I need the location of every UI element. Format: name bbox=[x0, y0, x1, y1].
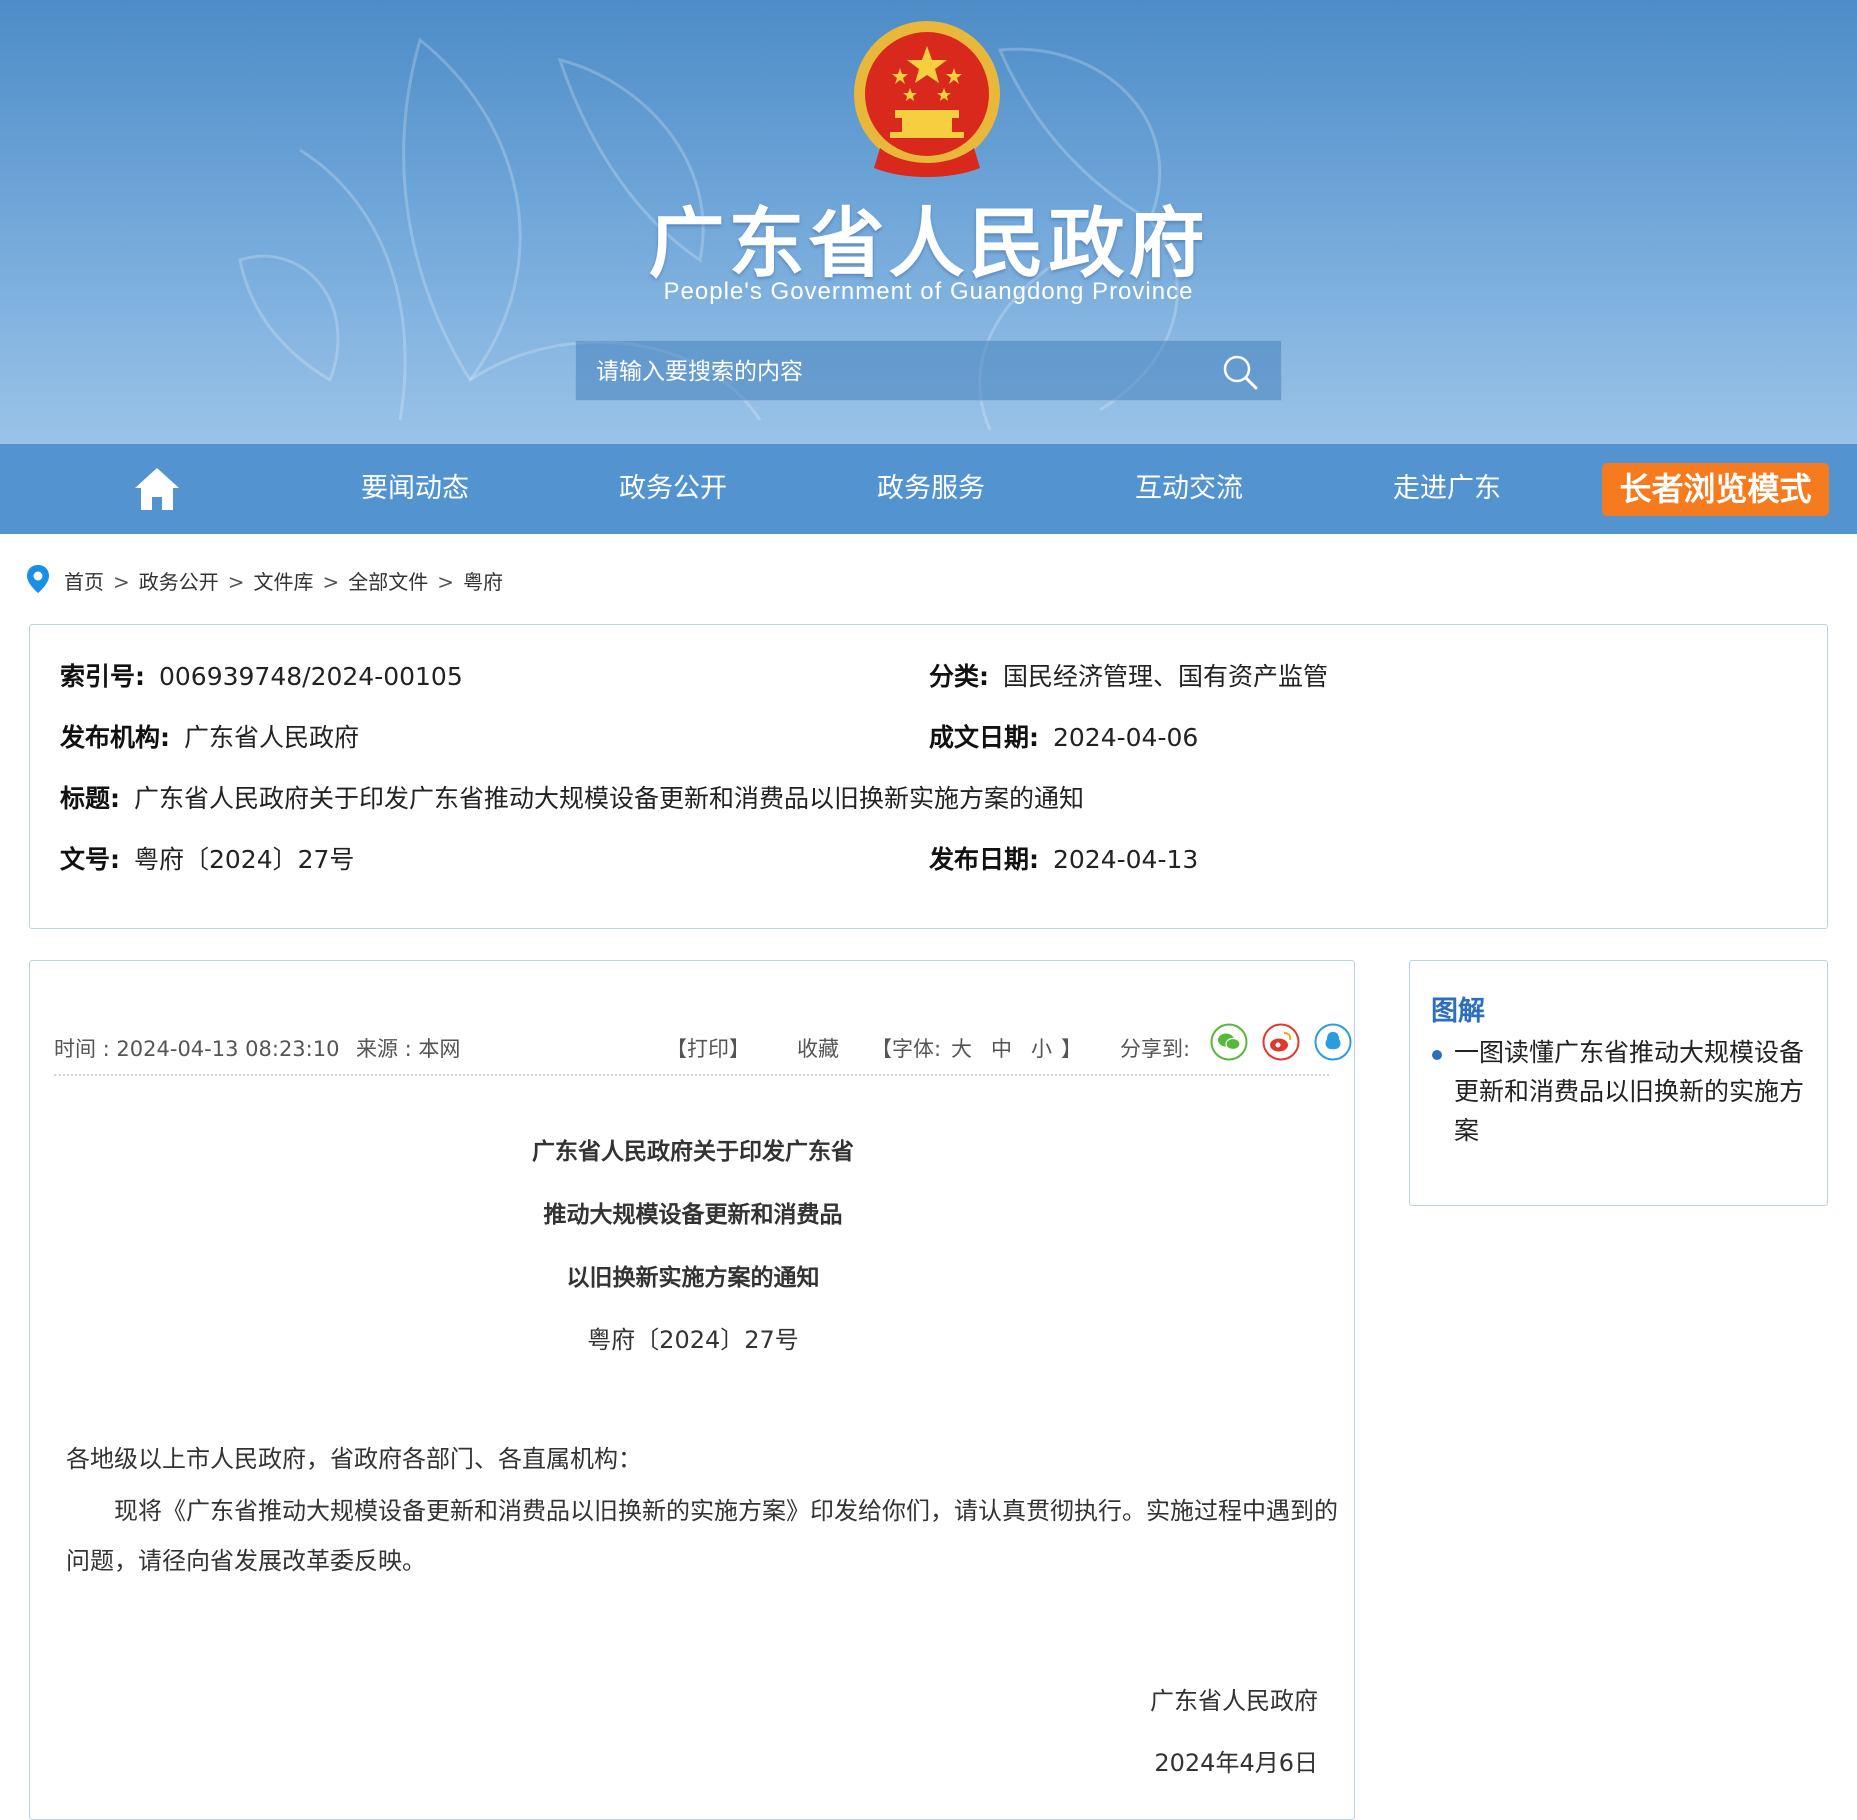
site-title: 广东省人民政府 bbox=[648, 199, 1209, 288]
breadcrumb-separator: > bbox=[322, 570, 340, 594]
meta-written-date-label: 成文日期: bbox=[929, 723, 1039, 752]
meta-doc-no-label: 文号: bbox=[60, 845, 120, 874]
meta-publisher-label: 发布机构: bbox=[60, 723, 170, 752]
doc-title-line-3: 以旧换新实施方案的通知 bbox=[566, 1265, 820, 1291]
meta-title-value: 广东省人民政府关于印发广东省推动大规模设备更新和消费品以旧换新实施方案的通知 bbox=[134, 784, 1085, 813]
meta-index-value: 006939748/2024-00105 bbox=[159, 662, 463, 691]
doc-number: 粤府〔2024〕27号 bbox=[587, 1326, 799, 1354]
article-source: 来源 : 本网 bbox=[356, 1037, 461, 1061]
doc-title-line-2: 推动大规模设备更新和消费品 bbox=[543, 1202, 843, 1228]
print-button[interactable]: 【打印】 bbox=[666, 1033, 750, 1063]
doc-signature: 广东省人民政府 bbox=[1150, 1687, 1318, 1715]
doc-sign-date: 2024年4月6日 bbox=[1154, 1749, 1318, 1777]
breadcrumb-separator: > bbox=[437, 570, 455, 594]
meta-category-label: 分类: bbox=[929, 662, 989, 691]
meta-publish-date-value: 2024-04-13 bbox=[1053, 845, 1199, 874]
article-panel: 时间 : 2024-04-13 08:23:10 来源 : 本网 【打印】 收藏… bbox=[29, 960, 1355, 1820]
breadcrumb-yuefu[interactable]: 粤府 bbox=[463, 570, 503, 594]
elder-mode-button[interactable]: 长者浏览模式 bbox=[1602, 463, 1829, 516]
meta-publisher-value: 广东省人民政府 bbox=[184, 723, 360, 752]
search-icon[interactable] bbox=[1221, 353, 1259, 391]
meta-title: 标题: 广东省人民政府关于印发广东省推动大规模设备更新和消费品以旧换新实施方案的通… bbox=[60, 779, 1084, 815]
meta-publish-date: 发布日期: 2024-04-13 bbox=[929, 840, 1198, 876]
bullet-icon bbox=[1432, 1050, 1442, 1060]
nav-item-services[interactable]: 政务服务 bbox=[831, 444, 1031, 534]
nav-item-about-guangdong[interactable]: 走进广东 bbox=[1347, 444, 1547, 534]
breadcrumb-separator: > bbox=[227, 570, 245, 594]
meta-category: 分类: 国民经济管理、国有资产监管 bbox=[929, 657, 1328, 693]
meta-index-label: 索引号: bbox=[60, 662, 145, 691]
font-size-small[interactable]: 小 bbox=[1031, 1033, 1052, 1063]
breadcrumb-home[interactable]: 首页 bbox=[64, 570, 104, 594]
doc-body: 现将《广东省推动大规模设备更新和消费品以旧换新的实施方案》印发给你们，请认真贯彻… bbox=[66, 1497, 1338, 1575]
search-input[interactable] bbox=[594, 341, 1198, 402]
search-box bbox=[575, 340, 1282, 402]
meta-index: 索引号: 006939748/2024-00105 bbox=[60, 657, 463, 693]
meta-publish-date-label: 发布日期: bbox=[929, 845, 1039, 874]
sidebar-illustration-box: 图解 一图读懂广东省推动大规模设备更新和消费品以旧换新的实施方案 bbox=[1409, 960, 1828, 1206]
nav-item-interaction[interactable]: 互动交流 bbox=[1089, 444, 1289, 534]
nav-item-news[interactable]: 要闻动态 bbox=[315, 444, 515, 534]
favorite-button[interactable]: 收藏 bbox=[797, 1033, 839, 1063]
meta-written-date-value: 2024-04-06 bbox=[1053, 723, 1199, 752]
meta-publisher: 发布机构: 广东省人民政府 bbox=[60, 718, 359, 754]
header-banner: 广东省人民政府 People's Government of Guangdong… bbox=[0, 0, 1857, 444]
home-icon[interactable] bbox=[133, 466, 181, 512]
wechat-share-icon[interactable] bbox=[1210, 1023, 1248, 1061]
meta-written-date: 成文日期: 2024-04-06 bbox=[929, 718, 1198, 754]
location-pin-icon bbox=[27, 565, 49, 593]
site-subtitle: People's Government of Guangdong Provinc… bbox=[663, 278, 1194, 305]
font-size-label: 【字体: bbox=[871, 1037, 942, 1061]
doc-salutation: 各地级以上市人民政府，省政府各部门、各直属机构： bbox=[66, 1445, 642, 1473]
breadcrumb-trail: 首页 > 政务公开 > 文件库 > 全部文件 > 粤府 bbox=[64, 566, 503, 595]
breadcrumb-all-files[interactable]: 全部文件 bbox=[348, 570, 428, 594]
font-size-large[interactable]: 大 bbox=[951, 1033, 972, 1063]
font-size-close: 】 bbox=[1061, 1037, 1082, 1061]
sidebar-link-illustration[interactable]: 一图读懂广东省推动大规模设备更新和消费品以旧换新的实施方案 bbox=[1454, 1033, 1814, 1150]
main-nav: 要闻动态 政务公开 政务服务 互动交流 走进广东 长者浏览模式 bbox=[0, 444, 1857, 534]
doc-title-line-1: 广东省人民政府关于印发广东省 bbox=[532, 1139, 854, 1165]
meta-doc-no: 文号: 粤府〔2024〕27号 bbox=[60, 840, 354, 876]
meta-title-label: 标题: bbox=[60, 784, 120, 813]
national-emblem bbox=[854, 21, 1000, 177]
nav-item-gov-affairs[interactable]: 政务公开 bbox=[573, 444, 773, 534]
article-time: 时间 : 2024-04-13 08:23:10 bbox=[54, 1037, 340, 1061]
sidebar-title: 图解 bbox=[1431, 996, 1485, 1027]
article-toolbar: 时间 : 2024-04-13 08:23:10 来源 : 本网 【打印】 收藏… bbox=[54, 1023, 1358, 1063]
breadcrumb-separator: > bbox=[113, 570, 130, 594]
weibo-share-icon[interactable] bbox=[1262, 1023, 1300, 1061]
qq-share-icon[interactable] bbox=[1314, 1023, 1352, 1061]
font-size-medium[interactable]: 中 bbox=[991, 1033, 1012, 1063]
breadcrumb-gov-affairs[interactable]: 政务公开 bbox=[139, 570, 219, 594]
share-label: 分享到: bbox=[1120, 1037, 1191, 1061]
document-meta-box: 索引号: 006939748/2024-00105 分类: 国民经济管理、国有资产监… bbox=[29, 624, 1828, 929]
meta-doc-no-value: 粤府〔2024〕27号 bbox=[134, 845, 355, 874]
meta-category-value: 国民经济管理、国有资产监管 bbox=[1003, 662, 1329, 691]
toolbar-divider bbox=[54, 1074, 1329, 1076]
breadcrumb-file-library[interactable]: 文件库 bbox=[254, 570, 314, 594]
